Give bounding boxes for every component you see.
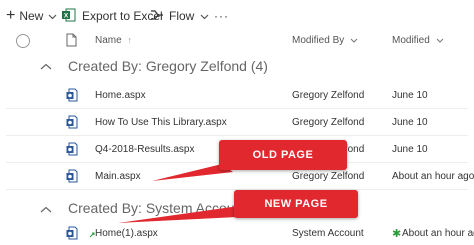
old-page-callout: OLD PAGE — [219, 140, 347, 170]
new-page-callout: NEW PAGE — [234, 190, 358, 218]
